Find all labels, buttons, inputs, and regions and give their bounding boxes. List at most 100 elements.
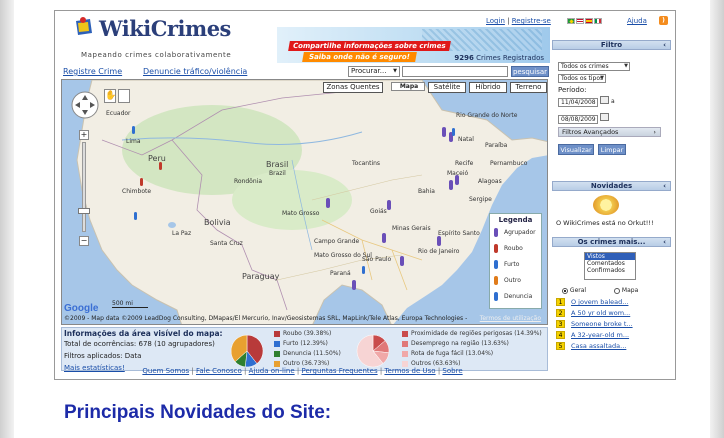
most-crimes-listbox[interactable]: Vistos Comentados Confirmados — [584, 252, 636, 280]
footer-link-contact[interactable]: Fale Conosco — [196, 367, 242, 375]
stats-total: Total de ocorrências: 678 (10 agrupadore… — [64, 340, 215, 348]
register-crime-link[interactable]: Registre Crime — [63, 67, 122, 76]
advanced-filters-button[interactable]: Filtros Avançados › — [558, 127, 661, 137]
crime-pins-layer — [132, 126, 459, 290]
crime-pin-icon — [352, 280, 356, 290]
crime-count: 9296 Crimes Registrados — [454, 54, 544, 62]
top-crime-item[interactable]: 5 Casa assaltada... — [556, 342, 626, 350]
wikicrimes-frame: WikiCrimes Mapeando crimes colaborativam… — [54, 10, 676, 380]
footer-link-about-site[interactable]: Sobre — [442, 367, 462, 375]
news-header[interactable]: Novidades ‹ — [552, 181, 671, 191]
theft-pin-icon — [362, 266, 365, 274]
header-banner: Compartilhe informações sobre crimes Sai… — [277, 27, 550, 63]
logo[interactable]: WikiCrimes Mapeando crimes colaborativam… — [73, 16, 243, 65]
sidebar: Filtro ‹ Todos os crimes ▼ Todos os tipos ▼… — [552, 40, 671, 353]
calendar-icon[interactable] — [600, 113, 609, 121]
crime-pin-icon — [400, 256, 404, 266]
stat-escape-route: Rota de fuga fácil (13.04%) — [402, 350, 493, 357]
date-separator: a — [611, 98, 615, 105]
theft-pin-icon — [132, 126, 135, 134]
google-logo[interactable]: Google — [64, 303, 98, 314]
radio-unchecked-icon — [614, 287, 620, 294]
crimes-select[interactable]: Todos os crimes ▼ — [558, 62, 630, 71]
legend-item: Outro — [494, 276, 521, 285]
legend-item: Roubo — [494, 244, 523, 253]
legend-item: Agrupador — [494, 228, 536, 237]
logo-map-pin-icon — [76, 17, 92, 35]
chevron-down-icon: ▼ — [600, 75, 604, 81]
crime-pin-icon — [326, 198, 330, 208]
crime-map[interactable]: Zonas Quentes Mapa Satélite Híbrido Terr… — [61, 79, 548, 325]
listbox-option-selected[interactable]: Vistos — [585, 253, 635, 260]
banner-safe-text: Saiba onde não é seguro! — [302, 52, 417, 62]
stat-dangerous-proximity: Proximidade de regiões perigosas (14.39%… — [402, 330, 542, 337]
footer-link-about[interactable]: Quem Somos — [142, 367, 189, 375]
view-button[interactable]: Visualizar — [558, 144, 594, 155]
page-shadow-left — [0, 0, 14, 438]
most-crimes-panel: Vistos Comentados Confirmados Geral Mapa… — [552, 247, 671, 353]
stat-theft: Furto (12.39%) — [274, 340, 328, 347]
login-link[interactable]: Login — [486, 17, 505, 25]
collapse-arrow-icon: ‹ — [663, 41, 666, 49]
period-label: Período: — [558, 86, 587, 94]
top-crime-item[interactable]: 2A 50 yr old wom... — [556, 309, 630, 317]
report-trafficking-link[interactable]: Denuncie tráfico/violência — [143, 67, 247, 76]
flag-usa-icon[interactable] — [576, 18, 584, 24]
crime-pin-icon — [449, 180, 453, 190]
legend-item: Furto — [494, 260, 519, 269]
chevron-right-icon: › — [653, 128, 656, 136]
top-crime-item[interactable]: 3 Someone broke t... — [556, 320, 633, 328]
clear-button[interactable]: Limpar — [598, 144, 626, 155]
report-pin-icon — [494, 292, 498, 301]
filter-panel: Todos os crimes ▼ Todos os tipos ▼ Período… — [552, 50, 671, 162]
listbox-option[interactable]: Confirmados — [585, 267, 635, 274]
help-link[interactable]: Ajuda — [627, 17, 647, 25]
map-terms-link[interactable]: Termos de utilização — [480, 315, 541, 322]
language-flags — [567, 18, 602, 24]
account-links: Login | Registre-se — [486, 17, 551, 25]
cluster-pin-icon — [494, 228, 498, 237]
flag-brazil-icon[interactable] — [567, 18, 575, 24]
orkut-badge-icon[interactable] — [593, 195, 619, 215]
crime-pin-icon — [442, 127, 446, 137]
footer-link-terms[interactable]: Termos de Uso — [384, 367, 435, 375]
most-crimes-header[interactable]: Os crimes mais... ‹ — [552, 237, 671, 247]
radio-map[interactable]: Mapa — [614, 287, 638, 294]
search-input[interactable] — [402, 66, 508, 77]
visible-area-stats: Informações da área visível do mapa: Tot… — [61, 327, 548, 372]
collapse-arrow-icon: ‹ — [663, 182, 666, 190]
search-button[interactable]: pesquisar — [511, 66, 549, 77]
radio-general[interactable]: Geral — [562, 287, 586, 294]
crime-pin-icon — [455, 175, 459, 185]
stats-title: Informações da área visível do mapa: — [64, 329, 223, 338]
calendar-icon[interactable] — [600, 96, 609, 104]
types-select[interactable]: Todos os tipos ▼ — [558, 74, 606, 83]
date-from-input[interactable]: 11/04/2008 — [558, 98, 598, 107]
crime-type-pie-chart — [230, 334, 264, 368]
stat-others: Outros (63.63%) — [402, 360, 460, 367]
crime-reason-pie-chart — [356, 334, 390, 368]
register-link[interactable]: Registre-se — [512, 17, 551, 25]
stat-robbery: Roubo (39.38%) — [274, 330, 331, 337]
legend-title: Legenda — [498, 216, 533, 224]
flag-spain-icon[interactable] — [585, 18, 593, 24]
top-crime-item[interactable]: 4A 32-year-old m... — [556, 331, 629, 339]
robbery-pin-icon — [140, 178, 143, 186]
listbox-option[interactable]: Comentados — [585, 260, 635, 267]
rss-icon[interactable]: ) — [659, 16, 668, 25]
theft-pin-icon — [452, 128, 455, 136]
orkut-news-text[interactable]: O WikiCrimes está no Orkut!!! — [556, 219, 654, 227]
map-scale: 500 mi — [112, 300, 148, 308]
flag-italy-icon[interactable] — [594, 18, 602, 24]
other-pin-icon — [494, 276, 498, 285]
search-type-value: Procurar... — [351, 67, 387, 75]
top-crime-item[interactable]: 1O jovem balead... — [556, 298, 628, 306]
footer-link-help[interactable]: Ajuda on-line — [249, 367, 295, 375]
filter-header[interactable]: Filtro ‹ — [552, 40, 671, 50]
map-legend: Legenda Agrupador Roubo Furto Outro Denu… — [489, 213, 542, 309]
footer-link-faq[interactable]: Perguntas Frequentes — [301, 367, 377, 375]
search-type-select[interactable]: Procurar... ▼ — [348, 66, 400, 77]
theft-pin-icon — [134, 212, 137, 220]
date-to-input[interactable]: 08/08/2009 — [558, 115, 598, 124]
robbery-pin-icon — [159, 162, 162, 170]
